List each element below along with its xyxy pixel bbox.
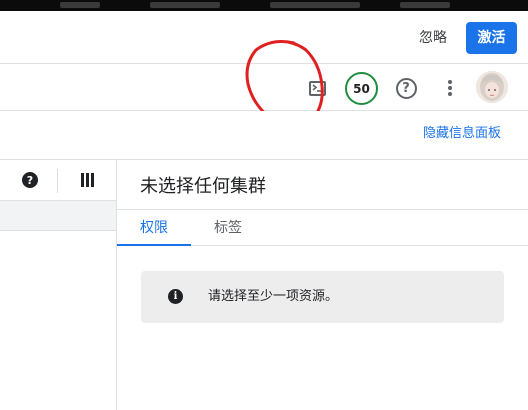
more-vert-dot	[448, 86, 452, 90]
column-bar	[81, 173, 84, 187]
help-button[interactable]: ?	[390, 72, 422, 104]
strip-fragment	[60, 2, 100, 8]
tab-permissions[interactable]: 权限	[117, 210, 191, 246]
column-bar	[86, 173, 89, 187]
avatar[interactable]	[476, 71, 508, 103]
strip-fragment	[150, 2, 220, 8]
info-panel-toggle-row: 隐藏信息面板	[0, 111, 528, 160]
dismiss-button[interactable]: 忽略	[413, 26, 453, 50]
panel-title: 未选择任何集群	[140, 176, 266, 197]
terminal-icon	[308, 80, 326, 96]
column-bar	[91, 173, 94, 187]
help-icon: ?	[395, 77, 417, 99]
hide-info-panel-link[interactable]: 隐藏信息面板	[423, 125, 501, 143]
panel-tabs: 权限 标签	[117, 209, 528, 246]
strip-fragment	[270, 2, 360, 8]
info-icon: i	[168, 289, 183, 304]
more-vert-dot	[448, 92, 452, 96]
info-panel: 未选择任何集群 权限 标签 i 请选择至少一项资源。	[117, 160, 528, 410]
resource-list-pane: ?	[0, 160, 117, 410]
activate-button[interactable]: 激活	[466, 22, 517, 54]
toolbar-divider	[57, 169, 58, 193]
empty-selection-message: i 请选择至少一项资源。	[141, 271, 504, 323]
column-display-icon[interactable]	[81, 173, 95, 187]
more-options-button[interactable]	[438, 72, 462, 104]
strip-fragment	[400, 2, 450, 8]
avatar-image	[476, 71, 508, 103]
list-toolbar: ?	[0, 160, 116, 201]
app-window: 忽略 激活 50 ? 隐藏信息面板 ? 未选择任何集群 权限 标签 i 请选择至…	[0, 0, 528, 410]
cloud-shell-button[interactable]	[300, 72, 334, 104]
score-badge[interactable]: 50	[345, 72, 378, 105]
promo-bar: 忽略 激活	[0, 11, 528, 64]
more-vert-icon	[448, 80, 452, 84]
question-circle-icon[interactable]: ?	[22, 172, 38, 188]
top-icon-bar: 50 ?	[0, 64, 528, 111]
info-message: 请选择至少一项资源。	[208, 289, 339, 304]
top-black-strip	[0, 0, 528, 11]
tab-labels[interactable]: 标签	[201, 210, 255, 246]
list-header-band	[0, 201, 116, 231]
